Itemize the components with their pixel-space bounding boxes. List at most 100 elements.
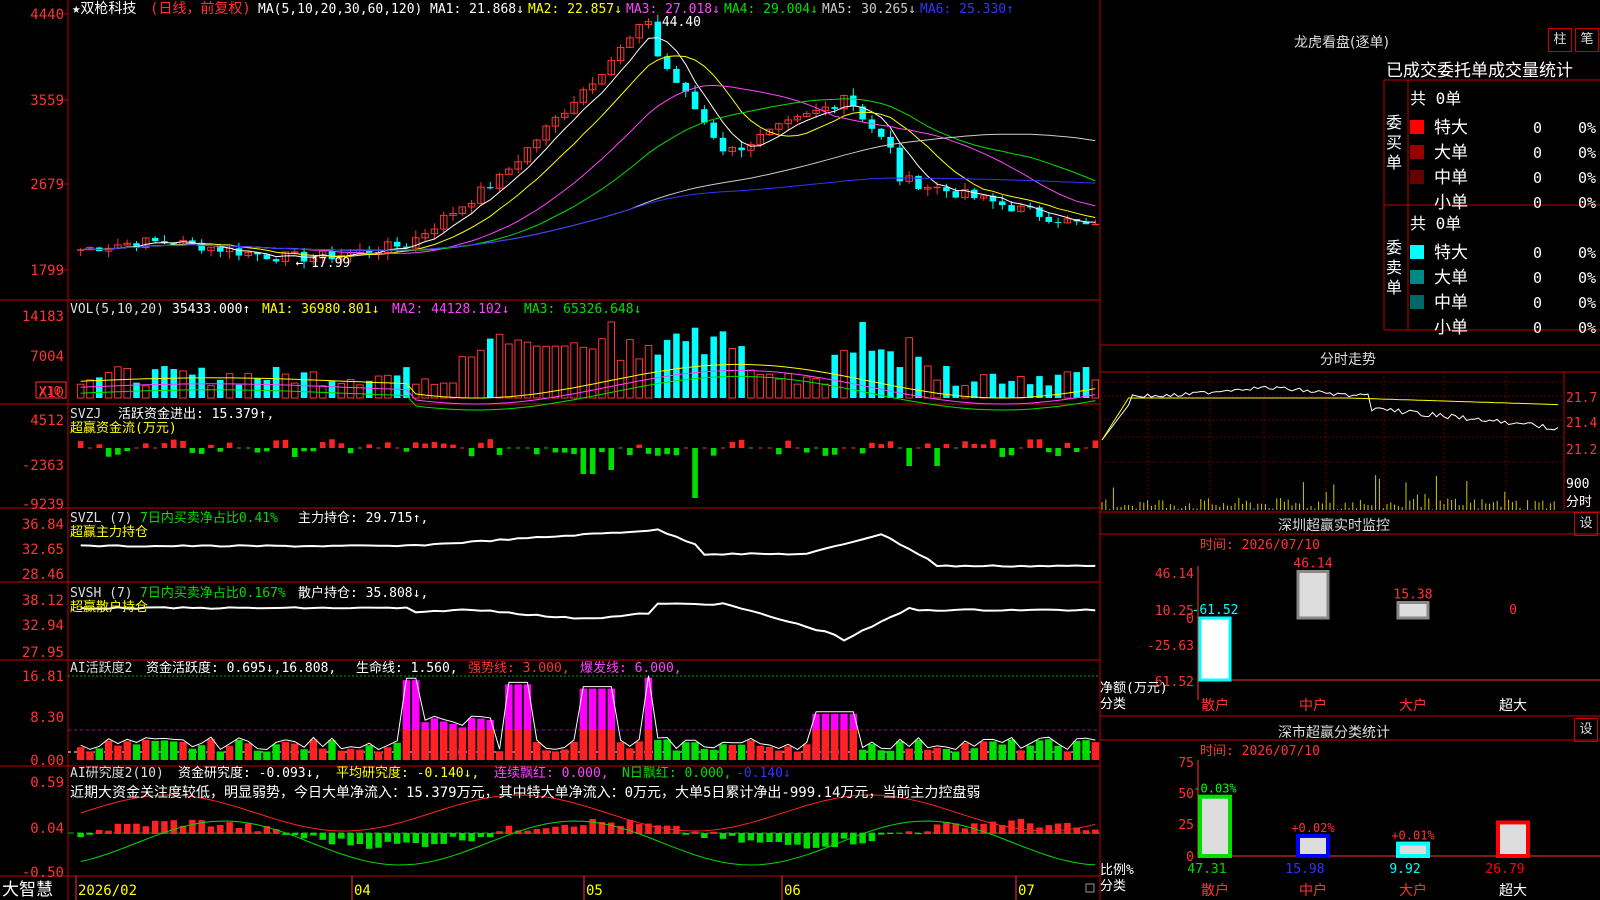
svzj-bar xyxy=(319,442,326,448)
ai1-bar xyxy=(384,747,392,760)
vol-bar-down xyxy=(365,380,373,398)
szcls-time: 时间: 2026/07/10 xyxy=(1200,744,1320,759)
sell-row-count: 0 xyxy=(1533,294,1542,312)
sell-row-pct: 0% xyxy=(1578,244,1596,262)
svsh-line xyxy=(80,602,1096,642)
ai2-bar xyxy=(635,824,643,834)
ai2-axis-label: -0.50 xyxy=(22,865,64,881)
szmon-settings-button[interactable]: 设 xyxy=(1574,512,1598,536)
vol-bar-up xyxy=(542,345,550,399)
ai1-bar-strong xyxy=(505,730,513,760)
svzj-bar xyxy=(468,448,475,457)
svzj-bar xyxy=(226,442,233,448)
ai2-bar xyxy=(1064,823,1071,834)
ai1-bar-strong xyxy=(849,730,858,760)
vol-bar-down xyxy=(161,366,168,398)
svzj-bar xyxy=(869,442,875,448)
candle-down xyxy=(896,147,904,182)
vol-bar-down xyxy=(403,367,410,398)
svzj-bar xyxy=(329,439,335,448)
ai1-bar xyxy=(858,749,867,760)
tick-mode-button[interactable]: 笔 xyxy=(1575,28,1599,52)
ai1-bar xyxy=(281,741,290,760)
ai1-bar xyxy=(244,743,252,760)
ai2-bar xyxy=(189,819,196,834)
sell-side-label: 委 xyxy=(1386,238,1402,257)
candle-up xyxy=(291,251,299,253)
ai2-bar xyxy=(384,833,392,842)
szmon-title: 深圳超赢实时监控 xyxy=(1278,518,1390,534)
svzj-bar xyxy=(161,443,168,448)
szmon-category: 大户 xyxy=(1399,697,1427,714)
ai1-bar xyxy=(291,743,299,760)
ai2-bar xyxy=(747,833,755,841)
svzj-bar xyxy=(96,444,103,448)
ai2-bar xyxy=(719,833,727,839)
ai1-bar xyxy=(160,740,169,760)
vol-bar-down xyxy=(943,366,950,398)
ai1-bar xyxy=(151,740,159,760)
szcls-settings-button[interactable]: 设 xyxy=(1574,718,1598,742)
ai2-bar xyxy=(356,833,364,844)
ai1-bar-strong xyxy=(812,730,820,760)
candle-down xyxy=(719,137,727,152)
svzj-bar xyxy=(627,448,633,456)
svsh-title: SVSH (7) xyxy=(70,586,133,601)
vol-bar-down xyxy=(217,379,224,398)
chart-canvas[interactable]: 4440 3559 2679 1799 44.40 ← 17.99 ★双枪科技 (日线，前复权… xyxy=(0,0,1600,900)
ai1-bar xyxy=(551,751,560,760)
buy-row-name: 大单 xyxy=(1434,143,1468,163)
vol-bar-up xyxy=(560,345,569,399)
vol-bar-down xyxy=(691,327,699,398)
svzj-bar xyxy=(906,448,912,466)
sell-row-name: 特大 xyxy=(1434,243,1468,263)
vol-bar-down xyxy=(998,383,1006,398)
szcls-bar xyxy=(1496,820,1530,859)
ai1-bar xyxy=(197,745,206,760)
svzj-title: SVZJ xyxy=(70,407,101,422)
ai2-bar xyxy=(244,823,252,834)
svzj-axis-label: 4512 xyxy=(30,413,64,429)
buy-row-name: 小单 xyxy=(1434,193,1468,213)
ai2-bar xyxy=(365,833,373,849)
vol-bar-down xyxy=(701,354,708,398)
ai2-bar xyxy=(86,833,94,835)
svzj-bar xyxy=(636,444,642,448)
svzj-bar xyxy=(487,439,494,448)
vol-bar-up xyxy=(793,383,802,399)
buy-row-name: 中单 xyxy=(1434,168,1468,188)
chart-mode: (日线，前复权) xyxy=(150,0,251,17)
ai1-strong: 强势线: 3.000, xyxy=(468,660,570,676)
svzj-bar xyxy=(291,448,298,457)
sell-side-label: 卖 xyxy=(1386,258,1402,277)
ai1-bar xyxy=(1017,750,1025,760)
ai2-bar xyxy=(524,830,531,834)
vol-bar-up xyxy=(747,369,755,399)
ma-value-3: MA3: 27.018↓ xyxy=(626,2,720,17)
ai1-bar xyxy=(1082,740,1090,760)
svzj-bar xyxy=(599,448,605,453)
price-axis-label: 2679 xyxy=(30,177,64,193)
vol-bar-up xyxy=(244,372,252,399)
ai2-red: 连续飘红: 0.000, xyxy=(494,765,609,781)
candle-down xyxy=(952,191,959,198)
svzj-bar xyxy=(478,442,484,448)
ai2-bar xyxy=(794,833,801,845)
sell-row-count: 0 xyxy=(1533,319,1542,337)
bar-mode-button[interactable]: 柱 xyxy=(1548,28,1572,52)
ai1-bar xyxy=(942,749,951,760)
ai2-bar xyxy=(477,833,485,837)
szcls-xlabel: 分类 xyxy=(1100,879,1126,894)
buy-side-label: 买 xyxy=(1386,133,1402,152)
sell-row-pct: 0% xyxy=(1578,319,1596,337)
candle-down xyxy=(263,254,271,260)
vol-bar-down xyxy=(1082,367,1090,398)
ai1-bar xyxy=(933,747,941,760)
svzj-bar xyxy=(729,441,736,448)
fenshi-avg-line xyxy=(1101,397,1559,441)
szcls-category: 中户 xyxy=(1299,882,1327,899)
ai1-bar xyxy=(1091,742,1100,760)
buy-row-swatch xyxy=(1410,170,1424,184)
szmon-bar xyxy=(1198,616,1232,682)
vol-bar-down xyxy=(1036,376,1043,398)
